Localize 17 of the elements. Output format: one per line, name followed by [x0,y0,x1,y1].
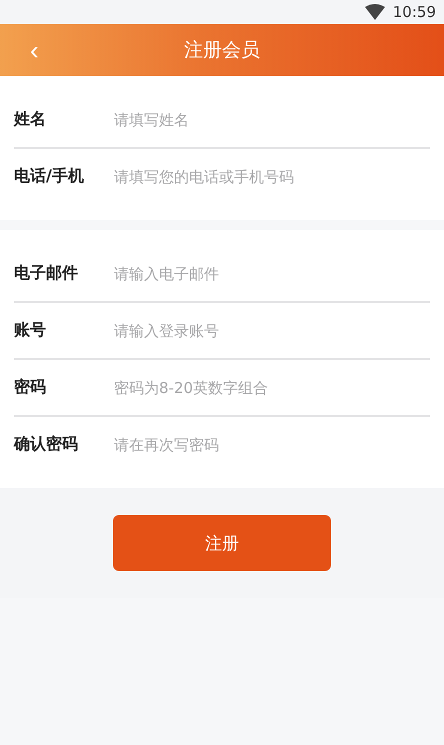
register-button[interactable]: 注册 [113,515,331,571]
field-label: 姓名 [14,109,47,130]
field-label: 电话/手机 [14,166,85,187]
input-field[interactable]: 请输入电子邮件 [112,264,430,284]
wifi-icon [364,4,385,20]
input-field[interactable]: 请输入登录账号 [112,320,430,340]
field-label: 电子邮件 [14,263,79,284]
page-title: 注册会员 [184,38,260,63]
status-time: 10:59 [392,3,436,21]
field-label: 密码 [14,377,47,398]
input-field[interactable]: 请填写您的电话或手机号码 [112,166,430,186]
input-field[interactable]: 请填写姓名 [112,110,430,130]
back-button[interactable]: ‹ [20,37,49,63]
input-field[interactable]: 请在再次写密码 [112,434,430,454]
input-field[interactable]: 密码为8-20英数字组合 [112,378,430,398]
field-label: 账号 [14,320,47,341]
field-label: 确认密码 [14,434,79,455]
